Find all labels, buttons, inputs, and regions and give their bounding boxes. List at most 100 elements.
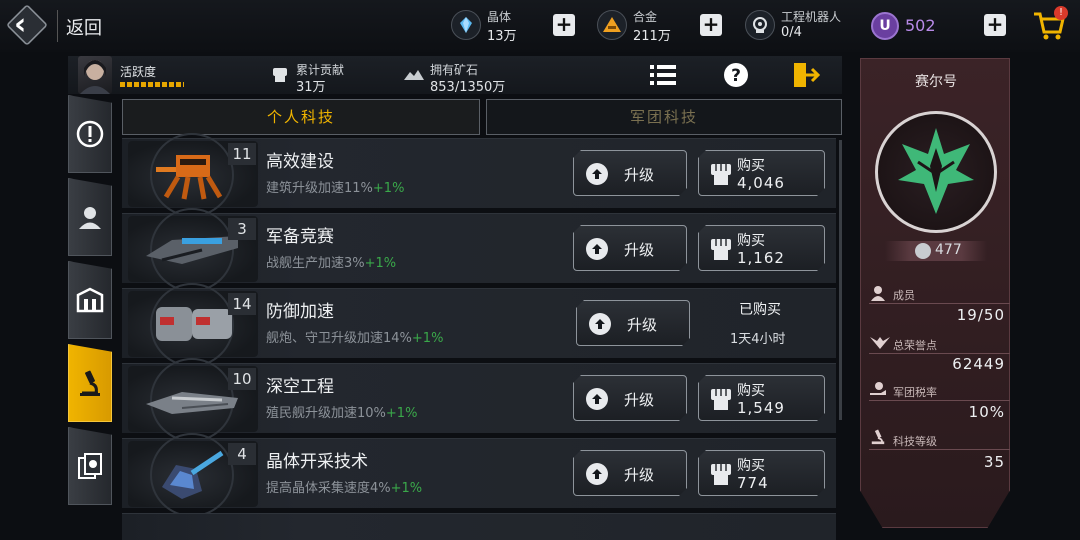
side-tab-members[interactable] [68,178,112,256]
coin-value: 477 [935,242,962,258]
crystal-drill-icon [162,450,224,499]
buy-price: 4,046 [737,174,785,192]
tech-bonus: +1% [411,331,444,346]
bought-timer: 1天4小时 [730,332,786,347]
chevron-left-icon[interactable]: ‹ [14,6,40,44]
microscope-icon [871,429,885,445]
top-bar: ‹ 返回 晶体 13万 + 合金 211万 + 工程机器人 0/4 U 502 … [0,0,1080,52]
add-alloy-button[interactable]: + [700,14,722,36]
contribution-value: 31万 [296,80,326,95]
avatar[interactable] [78,56,112,94]
tech-level: 14 [228,293,256,315]
tech-description: 提高晶体采集速度4%+1% [266,481,423,496]
resource-value: 0/4 [781,25,802,40]
legion-emblem-icon[interactable] [875,111,997,233]
legion-info-strip: 活跃度 累计贡献 31万 拥有矿石 853/1350万 ? [68,56,842,95]
side-tab-notice[interactable] [68,95,112,173]
arrow-up-icon [586,238,608,260]
question-icon: ? [724,63,748,87]
coin-icon [915,243,931,259]
tab-personal-tech[interactable]: 个人科技 [122,99,480,135]
upgrade-button[interactable]: 升级 [573,375,687,421]
tech-level: 4 [228,443,256,465]
upgrade-label: 升级 [624,241,655,259]
divider [869,303,1010,304]
activity-meter [120,82,184,87]
legion-coins: 477 [885,241,987,261]
bought-status: 已购买 [739,302,781,318]
upgrade-label: 升级 [624,391,655,409]
tech-level-value: 35 [983,453,1005,471]
side-tab-cards[interactable] [68,427,112,505]
resource-value: 13万 [487,29,517,44]
buy-button[interactable]: 购买 1,549 [698,375,825,421]
buy-button[interactable]: 购买 1,162 [698,225,825,271]
exit-door-icon [794,63,820,87]
person-icon [79,207,101,229]
upgrade-button[interactable]: 升级 [576,300,690,346]
add-crystal-button[interactable]: + [553,14,575,36]
ore-icon [404,70,424,80]
tech-row: 10 深空工程 殖民舰升级加速10%+1% 升级 购买 1,549 [122,358,836,442]
tech-bonus: +1% [372,181,405,196]
tech-bonus: +1% [385,406,418,421]
add-premium-button[interactable]: + [984,14,1006,36]
mech-walker-icon [156,155,223,200]
tech-bonus: +1% [390,481,423,496]
list-button[interactable] [641,58,685,92]
upgrade-button[interactable]: 升级 [573,450,687,496]
svg-text:?: ? [731,66,741,86]
tech-level: 11 [228,143,256,165]
upgrade-button[interactable]: 升级 [573,225,687,271]
arrow-up-icon [586,463,608,485]
back-label[interactable]: 返回 [66,14,102,40]
activity-label: 活跃度 [120,65,157,79]
buy-label: 购买 [737,158,765,174]
colony-ship-icon [146,392,238,414]
tech-description: 殖民舰升级加速10%+1% [266,406,418,421]
members-value: 19/50 [956,306,1005,324]
resource-name: 合金 [633,10,658,24]
tech-row: 4 晶体开采技术 提高晶体采集速度4%+1% 升级 购买 774 [122,433,836,517]
scrollbar[interactable] [839,140,842,420]
buy-price: 1,549 [737,399,785,417]
tax-value: 10% [968,403,1005,421]
fist-icon [273,68,287,82]
tech-row: 3 军备竞赛 战舰生产加速3%+1% 升级 购买 1,162 [122,208,836,292]
tech-description: 舰炮、守卫升级加速14%+1% [266,331,444,346]
upgrade-button[interactable]: 升级 [573,150,687,196]
buy-label: 购买 [737,458,765,474]
honor-label: 总荣誉点 [893,339,937,352]
tech-title: 防御加速 [266,302,334,322]
tech-bonus: +1% [364,256,397,271]
legion-panel: 赛尔号 477 成员 19/50 总荣誉点 62449 军团税率 10% 科技等… [860,58,1010,528]
exit-button[interactable] [784,58,828,92]
buy-label: 购买 [737,383,765,399]
buy-button[interactable]: 购买 774 [698,450,825,496]
members-label: 成员 [893,289,915,302]
side-tab-buildings[interactable] [68,261,112,339]
crystal-icon [451,10,481,40]
buy-button[interactable]: 购买 4,046 [698,150,825,196]
list-icon [650,65,676,85]
members-icon [871,286,885,301]
divider [57,10,58,42]
help-button[interactable]: ? [714,58,758,92]
tab-legion-tech[interactable]: 军团科技 [486,99,842,135]
upgrade-label: 升级 [624,166,655,184]
tech-row: 14 防御加速 舰炮、守卫升级加速14%+1% 升级 已购买 1天4小时 [122,283,836,367]
side-tab-technology[interactable] [68,344,112,422]
tax-hand-icon [870,382,886,395]
microscope-icon [80,370,100,396]
resource-crystal: 晶体 13万 [451,8,561,44]
tech-title: 晶体开采技术 [266,452,368,472]
fist-icon [709,461,733,487]
buy-price: 774 [737,474,769,492]
honor-value: 62449 [952,355,1005,373]
resource-name: 晶体 [487,10,512,24]
divider [869,449,1010,450]
wings-icon [870,337,890,349]
resource-alloy: 合金 211万 [597,8,707,44]
tech-row [122,513,836,540]
fist-icon [709,161,733,187]
